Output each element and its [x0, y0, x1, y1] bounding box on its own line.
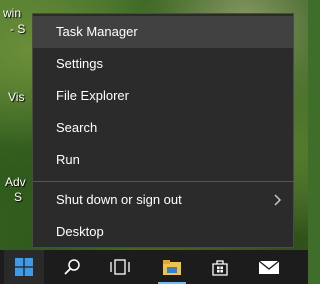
menu-item-label: Run — [56, 152, 80, 167]
file-explorer-icon — [163, 260, 181, 275]
task-view-icon — [110, 259, 130, 275]
file-explorer-button[interactable] — [152, 250, 192, 284]
menu-item-label: Shut down or sign out — [56, 192, 182, 207]
mail-icon — [258, 260, 280, 274]
mail-button[interactable] — [250, 250, 288, 284]
search-icon — [64, 259, 80, 275]
menu-item-file-explorer[interactable]: File Explorer — [33, 80, 293, 112]
menu-item-label: File Explorer — [56, 88, 129, 103]
store-icon — [212, 260, 228, 276]
menu-item-label: Settings — [56, 56, 103, 71]
desktop-icon-label[interactable]: - S — [10, 22, 25, 36]
menu-item-desktop[interactable]: Desktop — [33, 216, 293, 248]
windows-start-icon — [15, 258, 33, 276]
menu-item-run[interactable]: Run — [33, 144, 293, 176]
search-button[interactable] — [52, 250, 92, 284]
chevron-right-icon — [274, 194, 281, 206]
menu-item-label: Task Manager — [56, 24, 138, 39]
task-view-button[interactable] — [100, 250, 140, 284]
power-user-context-menu: Task Manager Settings File Explorer Sear… — [32, 13, 294, 248]
desktop-icon-label[interactable]: win — [3, 6, 21, 20]
start-button[interactable] — [4, 250, 44, 284]
menu-item-task-manager[interactable]: Task Manager — [33, 16, 293, 48]
menu-item-settings[interactable]: Settings — [33, 48, 293, 80]
desktop-icon-label[interactable]: Vis — [8, 90, 24, 104]
menu-item-shut-down-or-sign-out[interactable]: Shut down or sign out — [33, 184, 293, 216]
taskbar — [0, 250, 308, 284]
store-button[interactable] — [200, 250, 240, 284]
desktop-icon-label[interactable]: Adv — [5, 175, 26, 189]
menu-item-label: Search — [56, 120, 98, 135]
desktop-icon-label[interactable]: S — [14, 190, 22, 204]
menu-item-search[interactable]: Search — [33, 112, 293, 144]
menu-item-label: Desktop — [56, 224, 104, 239]
menu-separator — [33, 181, 293, 182]
